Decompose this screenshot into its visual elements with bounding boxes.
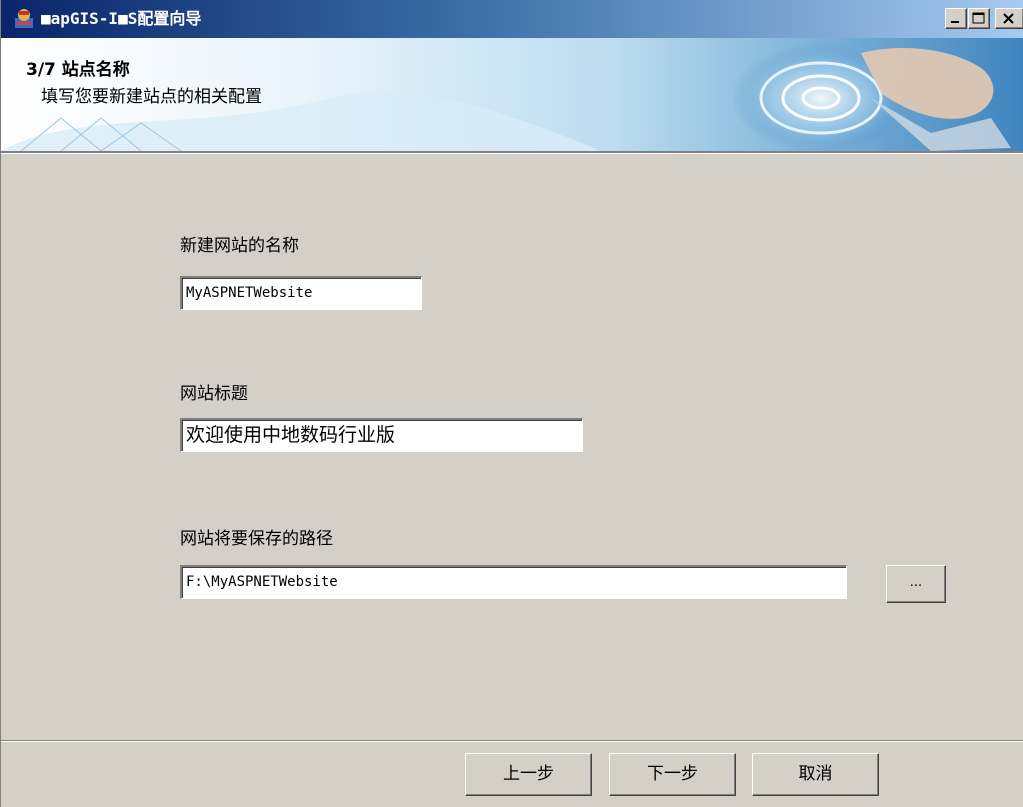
site-name-input[interactable]: MyASPNETWebsite [180, 276, 422, 310]
wizard-window: ■apGIS-I■S配置向导 3/7 站点名称 填写您要新建站点的相关配置 新建… [0, 0, 1023, 807]
minimize-button[interactable] [945, 8, 967, 29]
site-title-input[interactable]: 欢迎使用中地数码行业版 [180, 418, 583, 452]
maximize-icon [972, 12, 985, 24]
close-button[interactable] [995, 8, 1023, 29]
next-button[interactable]: 下一步 [609, 753, 736, 796]
minimize-icon [951, 21, 959, 23]
site-title-label: 网站标题 [180, 384, 248, 404]
close-icon [1003, 13, 1014, 24]
maximize-button[interactable] [968, 8, 990, 29]
save-path-input[interactable]: F:\MyASPNETWebsite [180, 565, 847, 599]
browse-button[interactable]: ... [886, 565, 946, 603]
previous-button[interactable]: 上一步 [465, 753, 592, 796]
site-name-label: 新建网站的名称 [180, 236, 299, 256]
app-icon [15, 9, 33, 28]
cancel-button[interactable]: 取消 [752, 753, 879, 796]
title-bar[interactable]: ■apGIS-I■S配置向导 [1, 0, 1023, 38]
save-path-label: 网站将要保存的路径 [180, 529, 333, 549]
footer-divider [1, 740, 1023, 742]
window-title: ■apGIS-I■S配置向导 [41, 9, 202, 28]
step-subtitle: 填写您要新建站点的相关配置 [41, 87, 262, 107]
wizard-header-banner: 3/7 站点名称 填写您要新建站点的相关配置 [1, 38, 1023, 151]
header-divider [1, 151, 1023, 154]
step-title: 3/7 站点名称 [26, 60, 130, 80]
